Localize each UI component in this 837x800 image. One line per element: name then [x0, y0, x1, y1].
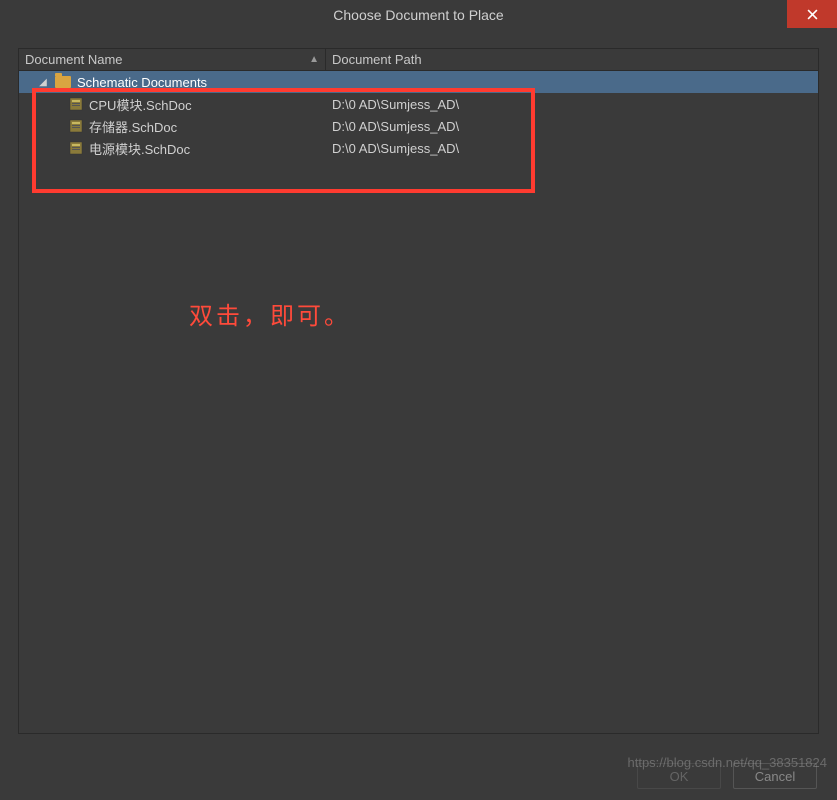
tree-file-row[interactable]: 电源模块.SchDoc D:\0 AD\Sumjess_AD\	[19, 137, 818, 159]
tree-folder-label: Schematic Documents	[77, 75, 207, 90]
schematic-file-icon	[69, 141, 83, 155]
tree-cell-path: D:\0 AD\Sumjess_AD\	[326, 97, 818, 112]
close-icon	[807, 9, 818, 20]
tree-file-name: 电源模块.SchDoc	[89, 139, 190, 158]
ok-button[interactable]: OK	[637, 763, 721, 789]
schematic-file-icon	[69, 119, 83, 133]
folder-icon	[55, 76, 71, 88]
sort-ascending-icon: ▲	[309, 54, 319, 65]
tree-file-row[interactable]: 存储器.SchDoc D:\0 AD\Sumjess_AD\	[19, 115, 818, 137]
tree-cell-name: 存储器.SchDoc	[19, 115, 326, 137]
ok-button-label: OK	[670, 769, 689, 784]
tree-cell-path: D:\0 AD\Sumjess_AD\	[326, 141, 818, 156]
titlebar: Choose Document to Place	[0, 0, 837, 30]
document-tree: ◢ Schematic Documents CPU模块.SchDoc D:\0 …	[19, 71, 818, 733]
tree-file-path: D:\0 AD\Sumjess_AD\	[332, 97, 459, 112]
tree-cell-name: 电源模块.SchDoc	[19, 137, 326, 159]
dialog-title: Choose Document to Place	[0, 7, 837, 23]
column-headers: Document Name ▲ Document Path	[19, 49, 818, 71]
cancel-button-label: Cancel	[755, 769, 795, 784]
cancel-button[interactable]: Cancel	[733, 763, 817, 789]
tree-file-path: D:\0 AD\Sumjess_AD\	[332, 141, 459, 156]
column-header-path[interactable]: Document Path	[326, 49, 818, 70]
column-header-name[interactable]: Document Name ▲	[19, 49, 326, 70]
tree-folder-schematic-documents[interactable]: ◢ Schematic Documents	[19, 71, 818, 93]
tree-file-row[interactable]: CPU模块.SchDoc D:\0 AD\Sumjess_AD\	[19, 93, 818, 115]
annotation-text: 双击，即可。	[189, 296, 351, 331]
tree-file-path: D:\0 AD\Sumjess_AD\	[332, 119, 459, 134]
vertical-scrollbar[interactable]	[805, 94, 817, 732]
tree-file-name: CPU模块.SchDoc	[89, 95, 192, 114]
close-button[interactable]	[787, 0, 837, 28]
column-header-name-label: Document Name	[25, 52, 123, 67]
content-frame: Document Name ▲ Document Path ◢ Schemati…	[18, 48, 819, 734]
schematic-file-icon	[69, 97, 83, 111]
tree-file-name: 存储器.SchDoc	[89, 117, 177, 136]
tree-cell-path: D:\0 AD\Sumjess_AD\	[326, 119, 818, 134]
tree-cell-name: CPU模块.SchDoc	[19, 93, 326, 115]
dialog-window: Choose Document to Place Document Name ▲…	[0, 0, 837, 800]
tree-cell-name: ◢ Schematic Documents	[19, 71, 326, 93]
column-header-path-label: Document Path	[332, 52, 422, 67]
button-bar: OK Cancel	[0, 752, 837, 800]
collapse-icon[interactable]: ◢	[37, 77, 49, 88]
